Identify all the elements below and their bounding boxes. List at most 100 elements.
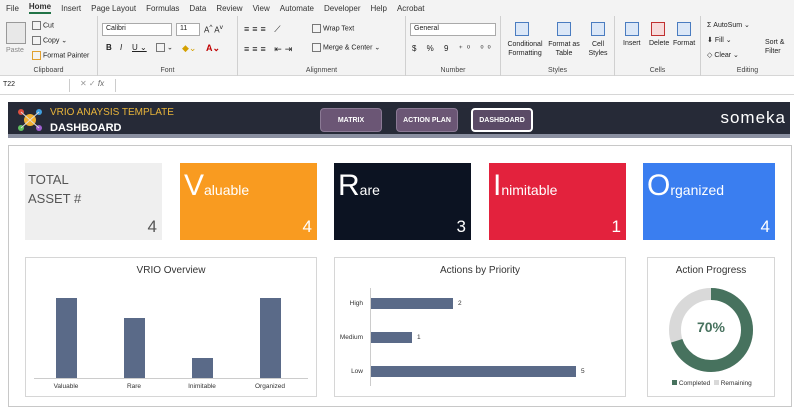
menu-page-layout[interactable]: Page Layout (91, 4, 136, 13)
font-name-dropdown[interactable]: Calibri (102, 23, 172, 36)
merge-center-button[interactable]: Merge & Center ⌄ (312, 43, 380, 52)
scissors-icon (32, 21, 41, 30)
inimitable-label: Inimitable (493, 169, 557, 203)
editing-group: Σ AutoSum ⌄ ⬇ Fill ⌄ ◇ Clear ⌄ Sort & Fi… (701, 16, 794, 76)
menu-formulas[interactable]: Formulas (146, 4, 179, 13)
border-button[interactable]: ⌄ (156, 43, 173, 52)
clear-button[interactable]: ◇ Clear ⌄ (707, 51, 739, 59)
formula-input[interactable] (115, 79, 790, 92)
vrio-overview-chart: VRIO Overview Valuable Rare Inimitable Orga… (25, 257, 317, 397)
progress-legend: Completed Remaining (672, 380, 752, 387)
organized-label: Organized (647, 169, 724, 203)
grow-font-button[interactable]: A^ Av (204, 24, 223, 35)
remaining-swatch (713, 380, 719, 385)
organized-value: 4 (760, 217, 770, 236)
format-as-table-button[interactable]: Format as Table (547, 40, 581, 58)
priority-label-low: Low (351, 368, 363, 375)
cut-button[interactable]: Cut (32, 21, 54, 30)
overview-label-organized: Organized (255, 383, 285, 390)
rare-label: Rare (338, 169, 380, 203)
rare-value: 3 (456, 217, 466, 236)
format-painter-button[interactable]: Format Painter (32, 51, 89, 60)
total-asset-value: 4 (147, 217, 157, 236)
font-size-dropdown[interactable]: 11 (176, 23, 200, 36)
valuable-rest: aluable (204, 182, 250, 198)
vertical-align-buttons[interactable]: ≡≡≡ ⟋ (244, 24, 284, 35)
inimitable-card: Inimitable 1 (489, 163, 626, 240)
menu-help[interactable]: Help (370, 4, 386, 13)
menu-developer[interactable]: Developer (324, 4, 360, 13)
bold-button[interactable]: B (106, 43, 112, 52)
menu-review[interactable]: Review (216, 4, 242, 13)
fill-button[interactable]: ⬇ Fill ⌄ (707, 36, 732, 44)
priority-label-high: High (349, 300, 363, 307)
menu-view[interactable]: View (253, 4, 270, 13)
insert-button[interactable]: Insert (623, 40, 641, 47)
menu-bar: File Home Insert Page Layout Formulas Data Rev… (0, 0, 794, 16)
format-button[interactable]: Format (673, 40, 695, 47)
clipboard-group: Paste Cut Copy ⌄ Format Painter Clipboar… (0, 16, 98, 76)
fx-icon[interactable]: ✕ ✓ fx (80, 79, 104, 88)
menu-acrobat[interactable]: Acrobat (397, 4, 425, 13)
paste-button[interactable]: Paste (6, 47, 24, 54)
legend-completed: Completed (678, 380, 711, 387)
matrix-button[interactable]: MATRIX (320, 108, 382, 132)
autosum-label: AutoSum (713, 22, 743, 29)
cells-group: Insert Delete Format Cells (615, 16, 701, 76)
rare-rest: are (359, 182, 380, 198)
overview-label-valuable: Valuable (53, 383, 79, 390)
brush-icon (32, 51, 41, 60)
underline-button[interactable]: U ⌄ (132, 43, 147, 52)
valuable-label: Valuable (184, 169, 249, 203)
menu-home[interactable]: Home (28, 2, 52, 14)
priority-value-low: 5 (581, 368, 585, 375)
cut-label: Cut (43, 22, 54, 30)
delete-cells-icon (651, 22, 665, 36)
menu-automate[interactable]: Automate (280, 4, 314, 13)
template-name: VRIO ANAYSIS TEMPLATE (50, 107, 174, 118)
styles-label: Styles (547, 67, 568, 74)
cell-styles-button[interactable]: Cell Styles (585, 40, 611, 58)
copy-button[interactable]: Copy ⌄ (32, 36, 67, 45)
copy-icon (32, 36, 41, 45)
delete-button[interactable]: Delete (649, 40, 669, 47)
number-group: General $ % 9 ⁺⁰ ⁰⁰ Number (406, 16, 501, 76)
conditional-formatting-button[interactable]: Conditional Formatting (505, 40, 545, 58)
valuable-value: 4 (302, 217, 312, 236)
italic-button[interactable]: I (120, 43, 122, 52)
formula-bar: T22 ✕ ✓ fx (0, 77, 794, 95)
valuable-card: Valuable 4 (180, 163, 317, 240)
autosum-button[interactable]: Σ AutoSum ⌄ (707, 21, 750, 29)
overview-bar-valuable (56, 298, 77, 378)
menu-file[interactable]: File (6, 4, 19, 13)
wrap-icon (312, 24, 321, 33)
number-format-dropdown[interactable]: General (410, 23, 496, 36)
priority-bar-medium (371, 332, 412, 343)
legend-remaining: Remaining (720, 380, 752, 387)
menu-data[interactable]: Data (189, 4, 206, 13)
completed-swatch (672, 380, 677, 385)
font-color-button[interactable]: A⌄ (206, 43, 220, 54)
organized-card: Organized 4 (643, 163, 775, 240)
fill-color-button[interactable]: ◆⌄ (182, 43, 196, 54)
clear-label: Clear (714, 52, 732, 59)
overview-label-inimitable: Inimitable (188, 383, 216, 390)
format-painter-label: Format Painter (43, 52, 90, 60)
overview-axis (34, 378, 308, 379)
dashboard-button[interactable]: DASHBOARD (471, 108, 533, 132)
name-box[interactable]: T22 (0, 79, 70, 92)
alignment-group: ≡≡≡ ⟋ ≡≡≡ ⇤⇥ Wrap Text Merge & Center ⌄ … (238, 16, 406, 76)
actions-by-priority-chart: Actions by Priority High 2 Medium 1 Low 5 (334, 257, 626, 397)
paste-icon[interactable] (6, 22, 26, 44)
valuable-initial: V (184, 169, 205, 202)
number-format-buttons[interactable]: $ % 9 ⁺⁰ ⁰⁰ (412, 44, 495, 53)
wrap-text-button[interactable]: Wrap Text (312, 24, 354, 33)
inimitable-value: 1 (611, 217, 621, 236)
ribbon: Paste Cut Copy ⌄ Format Painter Clipboar… (0, 16, 794, 76)
sort-filter-button[interactable]: Sort & Filter (765, 38, 793, 56)
total-asset-card: TOTAL ASSET # 4 (25, 163, 162, 240)
menu-insert[interactable]: Insert (61, 4, 81, 13)
border-icon (156, 43, 165, 52)
action-plan-button[interactable]: ACTION PLAN (396, 108, 458, 132)
horizontal-align-buttons[interactable]: ≡≡≡ ⇤⇥ (244, 44, 295, 55)
